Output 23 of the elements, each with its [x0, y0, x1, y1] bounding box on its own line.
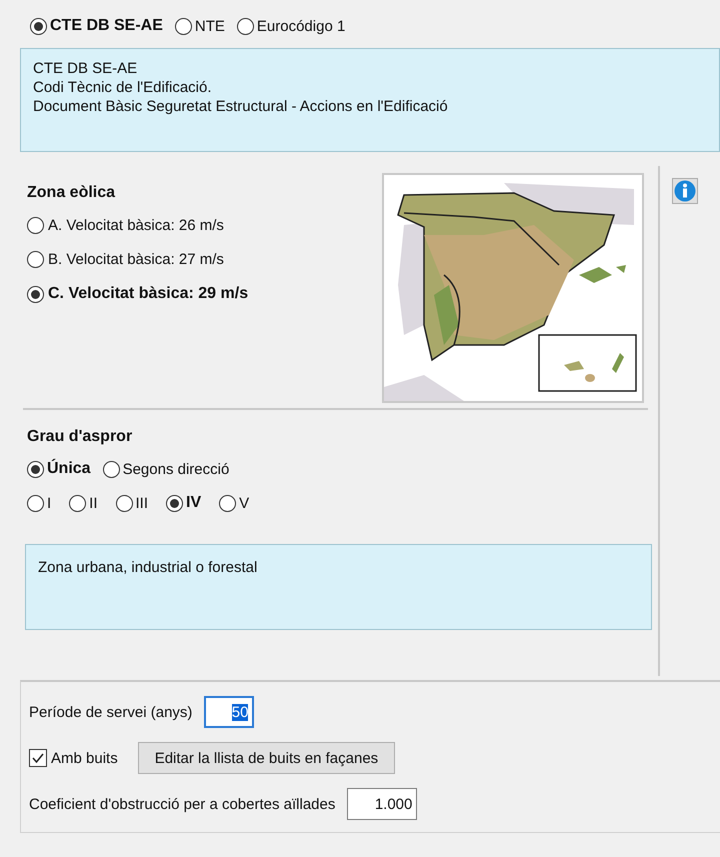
roughness-mode-radio[interactable]: Única	[27, 460, 91, 478]
wind-zone-radio[interactable]: A. Velocitat bàsica: 26 m/s	[27, 217, 248, 234]
wind-zone-radio[interactable]: C. Velocitat bàsica: 29 m/s	[27, 285, 248, 303]
group-title: Zona eòlica	[27, 184, 116, 202]
wind-zone-radio[interactable]: B. Velocitat bàsica: 27 m/s	[27, 251, 248, 268]
obstruction-field[interactable]: 1.000	[347, 788, 418, 820]
edit-openings-button[interactable]: Editar la llista de buits en façanes	[138, 742, 396, 774]
description-text: Codi Tècnic de l'Edificació.	[33, 78, 213, 97]
service-period-field[interactable]: 50	[204, 696, 254, 728]
info-icon[interactable]	[672, 178, 698, 204]
roughness-mode-radio[interactable]: Segons direcció	[102, 460, 230, 478]
standard-radio[interactable]: NTE	[174, 18, 225, 34]
description-text: CTE DB SE-AE	[33, 59, 138, 78]
standard-radio[interactable]: CTE DB SE-AE	[30, 17, 163, 35]
group-title: Grau d'aspror	[27, 428, 134, 446]
roughness-level-radio[interactable]: IV	[166, 494, 202, 512]
description-text: Document Bàsic Seguretat Estructural - Accions en l'Edificació	[33, 97, 449, 116]
roughness-description: Zona urbana, industrial o forestal	[25, 544, 652, 630]
standard-radio[interactable]: Eurocódigo 1	[236, 18, 346, 34]
service-period-label: Període de servei (anys)	[29, 704, 192, 720]
checkmark-icon	[31, 751, 45, 765]
obstruction-label: Coeficient d'obstrucció per a cobertes aïllades	[29, 796, 336, 812]
openings-checkbox[interactable]: Amb buits	[29, 749, 118, 767]
